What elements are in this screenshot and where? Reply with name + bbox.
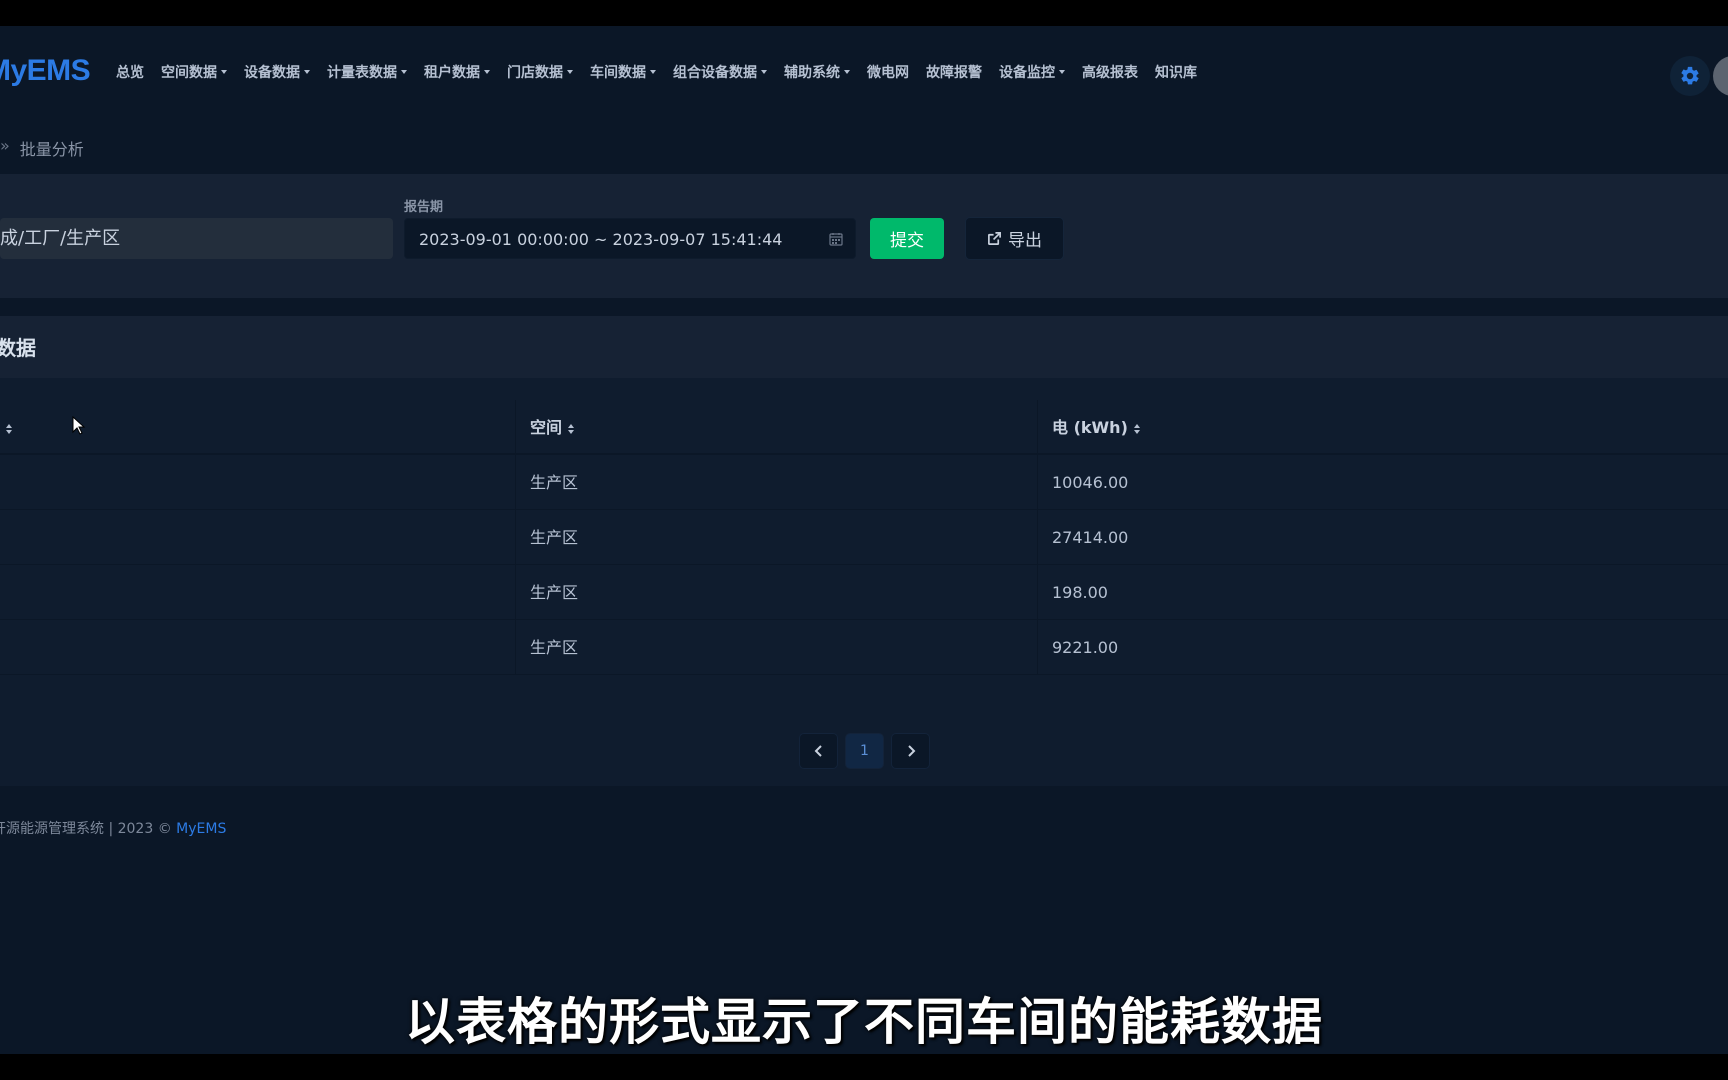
chevron-right-icon <box>907 745 915 757</box>
caret-down-icon <box>1059 70 1065 74</box>
period-value: 2023-09-01 00:00:00 ~ 2023-09-07 15:41:4… <box>419 230 783 249</box>
sort-icon <box>1133 423 1140 434</box>
nav-item[interactable]: 微电网 <box>867 62 909 82</box>
avatar[interactable] <box>1713 56 1728 96</box>
nav-item-label: 辅助系统 <box>784 65 840 81</box>
nav-item[interactable]: 空间数据 <box>161 62 227 82</box>
data-table: 空间 电 (kWh) 生产区 10046.00 生产区 27414.00 生产区… <box>0 400 1728 675</box>
nav-item-label: 组合设备数据 <box>673 65 757 81</box>
nav-item[interactable]: 计量表数据 <box>327 62 407 82</box>
cell-space: 生产区 <box>516 620 1038 674</box>
nav-item[interactable]: 辅助系统 <box>784 62 850 82</box>
caret-down-icon <box>484 70 490 74</box>
external-link-icon <box>988 232 1001 245</box>
nav-item[interactable]: 租户数据 <box>424 62 490 82</box>
nav-item[interactable]: 总览 <box>116 62 144 82</box>
nav-item-label: 门店数据 <box>507 65 563 81</box>
prev-page-button[interactable] <box>800 734 837 768</box>
cell-space: 生产区 <box>516 565 1038 619</box>
footer-link[interactable]: MyEMS <box>176 821 226 837</box>
column-header-space[interactable]: 空间 <box>516 400 1038 453</box>
data-card-header: 数据 <box>0 316 1728 378</box>
nav-item-label: 知识库 <box>1155 65 1197 81</box>
caret-down-icon <box>221 70 227 74</box>
mouse-cursor-icon <box>72 416 86 435</box>
export-button[interactable]: 导出 <box>966 218 1063 259</box>
footer-text: 开源能源管理系统 | 2023 © <box>0 821 177 837</box>
table-row: 生产区 10046.00 <box>0 455 1728 510</box>
column-header-electricity[interactable]: 电 (kWh) <box>1038 400 1728 453</box>
page-button-current[interactable]: 1 <box>846 734 883 768</box>
cell-value: 198.00 <box>1052 583 1108 602</box>
settings-button[interactable] <box>1670 56 1710 96</box>
table-row: 生产区 27414.00 <box>0 510 1728 565</box>
table-row: 生产区 198.00 <box>0 565 1728 620</box>
nav-item[interactable]: 故障报警 <box>926 62 982 82</box>
caret-down-icon <box>304 70 310 74</box>
nav-item[interactable]: 组合设备数据 <box>673 62 767 82</box>
cell-value: 10046.00 <box>1052 473 1129 492</box>
nav-item-label: 租户数据 <box>424 65 480 81</box>
caret-down-icon <box>401 70 407 74</box>
nav-item-label: 高级报表 <box>1082 65 1138 81</box>
table-row: 生产区 9221.00 <box>0 620 1728 675</box>
cell-name <box>0 565 516 619</box>
period-input[interactable]: 2023-09-01 00:00:00 ~ 2023-09-07 15:41:4… <box>404 218 856 259</box>
app-window: MyEMS 总览空间数据设备数据计量表数据租户数据门店数据车间数据组合设备数据辅… <box>0 26 1728 1054</box>
nav-item[interactable]: 知识库 <box>1155 62 1197 82</box>
caret-down-icon <box>650 70 656 74</box>
nav-item[interactable]: 高级报表 <box>1082 62 1138 82</box>
logo[interactable]: MyEMS <box>0 54 91 88</box>
nav-item[interactable]: 门店数据 <box>507 62 573 82</box>
nav-item[interactable]: 设备监控 <box>999 62 1065 82</box>
caret-down-icon <box>844 70 850 74</box>
cell-value: 27414.00 <box>1052 528 1129 547</box>
sort-icon <box>6 423 12 434</box>
chevron-left-icon <box>814 745 822 757</box>
caret-down-icon <box>567 70 573 74</box>
filter-card: 成/工厂/生产区 报告期 2023-09-01 00:00:00 ~ 2023-… <box>0 174 1728 298</box>
nav-menu: 总览 空间数据 设备数据 计量表数据 租户数据 门店数据 车间数据 组合设备数据 辅助系统 微电网… <box>116 62 1214 82</box>
gear-icon <box>1681 66 1699 85</box>
cell-name <box>0 620 516 674</box>
nav-item[interactable]: 设备数据 <box>244 62 310 82</box>
data-card-title: 数据 <box>0 336 36 360</box>
nav-item-label: 总览 <box>116 65 144 81</box>
nav-item-label: 空间数据 <box>161 65 217 81</box>
space-selector[interactable]: 成/工厂/生产区 <box>0 218 393 259</box>
nav-item-label: 设备监控 <box>999 65 1055 81</box>
breadcrumb: » 批量分析 <box>0 136 84 160</box>
period-label: 报告期 <box>404 200 444 215</box>
export-label: 导出 <box>1008 231 1042 251</box>
next-page-button[interactable] <box>892 734 929 768</box>
caret-down-icon <box>761 70 767 74</box>
nav-item-label: 故障报警 <box>926 65 982 81</box>
cell-name <box>0 510 516 564</box>
nav-item-label: 设备数据 <box>244 65 300 81</box>
nav-item-label: 微电网 <box>867 65 909 81</box>
table-header-row: 空间 电 (kWh) <box>0 400 1728 455</box>
pagination: 1 <box>800 734 929 768</box>
nav-item-label: 计量表数据 <box>327 65 397 81</box>
calendar-icon[interactable] <box>829 232 843 246</box>
cell-value: 9221.00 <box>1052 638 1119 657</box>
video-subtitle: 以表格的形式显示了不同车间的能耗数据 <box>405 993 1323 1051</box>
cell-space: 生产区 <box>516 510 1038 564</box>
cell-name <box>0 455 516 509</box>
sort-icon <box>568 423 575 434</box>
breadcrumb-separator: » <box>0 136 10 155</box>
breadcrumb-current: 批量分析 <box>19 140 84 159</box>
data-card: 数据 空间 电 (kWh) 生产区 10046.00 生产区 27414.00 … <box>0 316 1728 786</box>
cell-space: 生产区 <box>516 455 1038 509</box>
navbar: MyEMS 总览 空间数据 设备数据 计量表数据 租户数据 门店数据 车间数据 组合设备数据 辅… <box>0 26 1728 120</box>
submit-button[interactable]: 提交 <box>870 218 944 259</box>
footer: 开源能源管理系统 | 2023 © MyEMS <box>0 818 226 838</box>
nav-item-label: 车间数据 <box>590 65 646 81</box>
nav-item[interactable]: 车间数据 <box>590 62 656 82</box>
